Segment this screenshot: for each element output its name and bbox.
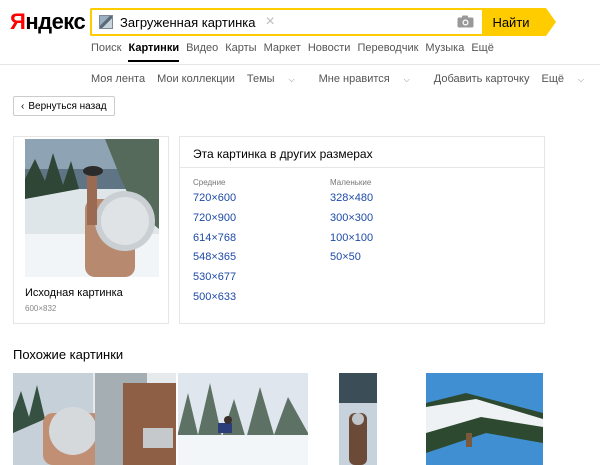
yandex-logo[interactable]: Яндекс: [10, 9, 86, 35]
services-nav: Поиск Картинки Видео Карты Маркет Новост…: [91, 42, 501, 62]
subnav-topics[interactable]: Темы ⌵: [247, 73, 307, 85]
small-sizes-column: Маленькие 328×480 300×300 100×100 50×50: [330, 178, 373, 270]
chevron-down-icon: ⌵: [403, 75, 410, 84]
search-input[interactable]: Загруженная картинка ×: [90, 8, 482, 36]
size-link[interactable]: 328×480: [330, 191, 373, 211]
size-link[interactable]: 50×50: [330, 250, 373, 270]
back-button[interactable]: ‹ Вернуться назад: [13, 96, 115, 116]
size-link[interactable]: 100×100: [330, 231, 373, 251]
search-query-text: Загруженная картинка: [120, 14, 256, 30]
nav-item-images[interactable]: Картинки: [128, 42, 180, 62]
other-sizes-title: Эта картинка в других размерах: [193, 147, 373, 161]
search-bar: Загруженная картинка × Найти: [90, 8, 556, 36]
nav-item-music[interactable]: Музыка: [425, 42, 464, 62]
original-image[interactable]: [25, 139, 159, 277]
uploaded-image-thumbnail-icon: [99, 15, 113, 29]
similar-image[interactable]: [426, 373, 543, 465]
subnav-likes[interactable]: Мне нравится ⌵: [319, 73, 422, 85]
images-subnav: Моя лента Мои коллекции Темы ⌵ Мне нравит…: [91, 73, 600, 85]
similar-image[interactable]: [339, 373, 377, 465]
original-image-title[interactable]: Исходная картинка: [25, 287, 123, 299]
size-link[interactable]: 720×900: [193, 211, 236, 231]
similar-image[interactable]: [178, 373, 308, 465]
size-link[interactable]: 530×677: [193, 270, 236, 290]
nav-item-more[interactable]: Ещё: [471, 42, 494, 62]
size-link[interactable]: 614×768: [193, 231, 236, 251]
logo-letter: Я: [10, 9, 26, 34]
camera-icon[interactable]: [457, 15, 474, 28]
chevron-left-icon: ‹: [21, 100, 25, 112]
other-sizes-card: Эта картинка в других размерах Средние 7…: [179, 136, 545, 324]
chevron-down-icon: ⌵: [288, 75, 295, 84]
divider: [180, 167, 544, 168]
nav-item-market[interactable]: Маркет: [264, 42, 301, 62]
logo-text: ндекс: [25, 9, 86, 34]
subnav-my-feed[interactable]: Моя лента: [91, 73, 145, 85]
subnav-likes-label: Мне нравится: [318, 73, 390, 85]
size-link[interactable]: 720×600: [193, 191, 236, 211]
back-button-label: Вернуться назад: [28, 100, 107, 112]
header-divider: [0, 64, 600, 65]
nav-item-news[interactable]: Новости: [308, 42, 351, 62]
search-button[interactable]: Найти: [482, 8, 556, 36]
subnav-my-collections[interactable]: Мои коллекции: [157, 73, 235, 85]
nav-item-translate[interactable]: Переводчик: [357, 42, 418, 62]
size-link[interactable]: 548×365: [193, 250, 236, 270]
clear-search-icon[interactable]: ×: [265, 14, 274, 30]
subnav-more-label: Ещё: [541, 73, 564, 85]
subnav-topics-label: Темы: [246, 73, 275, 85]
nav-item-maps[interactable]: Карты: [225, 42, 256, 62]
nav-item-search[interactable]: Поиск: [91, 42, 121, 62]
subnav-add-card[interactable]: Добавить карточку: [434, 73, 530, 85]
original-image-card: Исходная картинка 600×832: [13, 136, 169, 324]
medium-sizes-label: Средние: [193, 178, 226, 187]
size-link[interactable]: 500×633: [193, 290, 236, 310]
nav-item-video[interactable]: Видео: [186, 42, 218, 62]
small-sizes-label: Маленькие: [330, 178, 372, 187]
similar-images-title: Похожие картинки: [13, 347, 124, 362]
similar-image[interactable]: [13, 373, 176, 465]
subnav-more[interactable]: Ещё ⌵: [541, 73, 596, 85]
original-image-size: 600×832: [25, 304, 57, 313]
size-link[interactable]: 300×300: [330, 211, 373, 231]
medium-sizes-column: Средние 720×600 720×900 614×768 548×365 …: [193, 178, 236, 310]
chevron-down-icon: ⌵: [578, 75, 585, 84]
